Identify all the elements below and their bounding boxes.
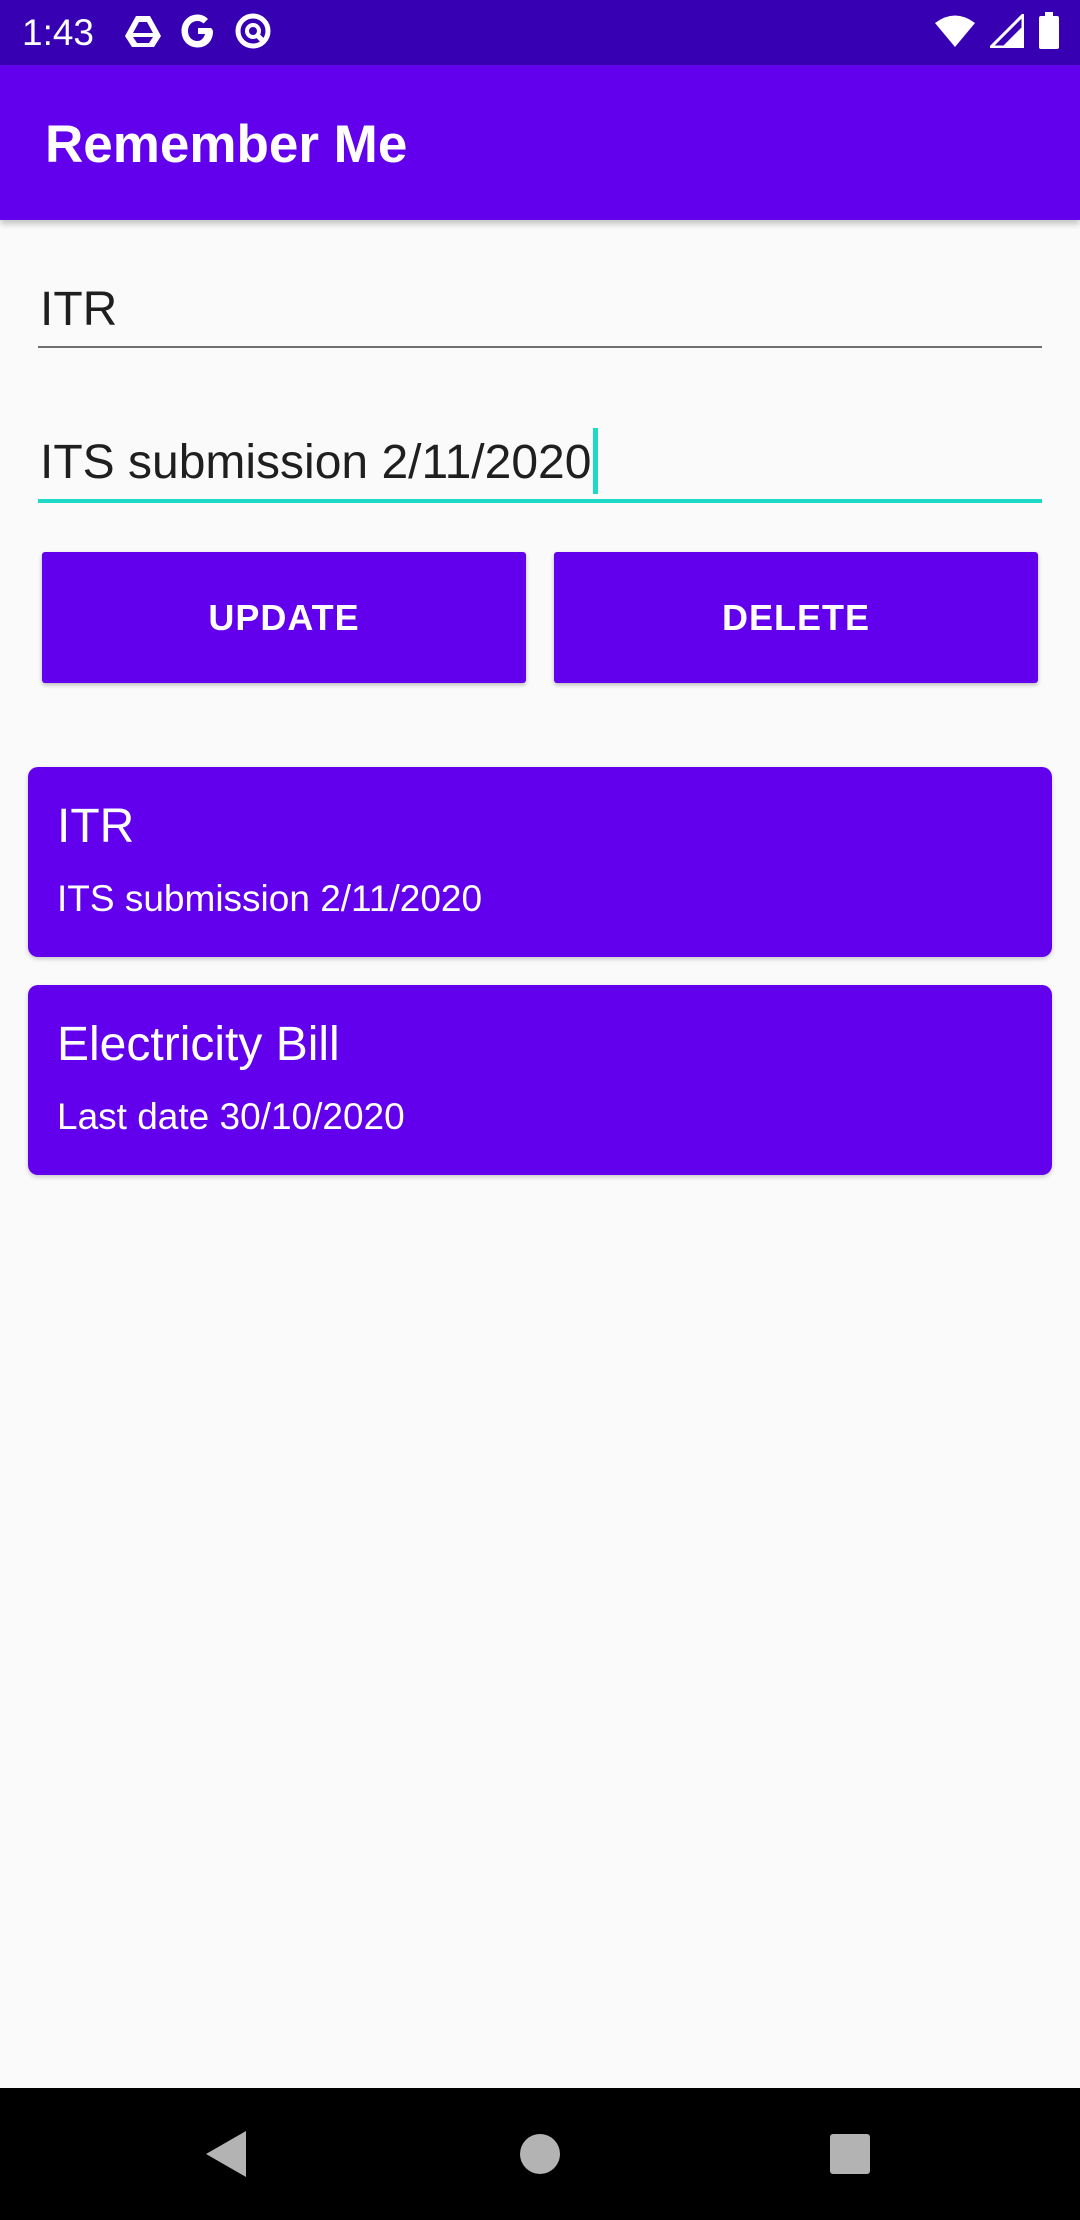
- note-title: Electricity Bill: [57, 1018, 340, 1071]
- app-bar: Remember Me: [0, 65, 1080, 220]
- note-title: ITR: [57, 800, 135, 853]
- app-title: Remember Me: [45, 115, 408, 174]
- battery-icon: [1038, 11, 1060, 55]
- description-field[interactable]: [38, 428, 1042, 503]
- delete-button[interactable]: DELETE: [554, 552, 1038, 683]
- description-input-underline: [38, 499, 1042, 503]
- sync-icon: [234, 12, 272, 55]
- status-time: 1:43: [22, 12, 95, 53]
- text-cursor: [593, 428, 599, 494]
- status-bar: 1:43: [0, 0, 1080, 65]
- cellular-signal-icon: [987, 10, 1025, 53]
- home-icon[interactable]: [510, 2124, 570, 2184]
- navigation-bar: [0, 2088, 1080, 2220]
- status-system-icons: [934, 10, 1060, 55]
- note-card[interactable]: Electricity Bill Last date 30/10/2020: [28, 985, 1052, 1175]
- title-input[interactable]: [38, 275, 1042, 345]
- back-icon[interactable]: [196, 2124, 256, 2184]
- recents-icon[interactable]: [820, 2124, 880, 2184]
- description-input[interactable]: [38, 428, 1042, 498]
- note-description: ITS submission 2/11/2020: [57, 878, 483, 919]
- title-field[interactable]: [38, 275, 1042, 348]
- update-button[interactable]: UPDATE: [42, 552, 526, 683]
- google-icon: [180, 13, 216, 54]
- note-card[interactable]: ITR ITS submission 2/11/2020: [28, 767, 1052, 957]
- drive-icon: [124, 14, 162, 53]
- status-notification-icons: [124, 12, 272, 54]
- note-description: Last date 30/10/2020: [57, 1096, 405, 1137]
- wifi-icon: [934, 14, 976, 53]
- title-input-underline: [38, 346, 1042, 348]
